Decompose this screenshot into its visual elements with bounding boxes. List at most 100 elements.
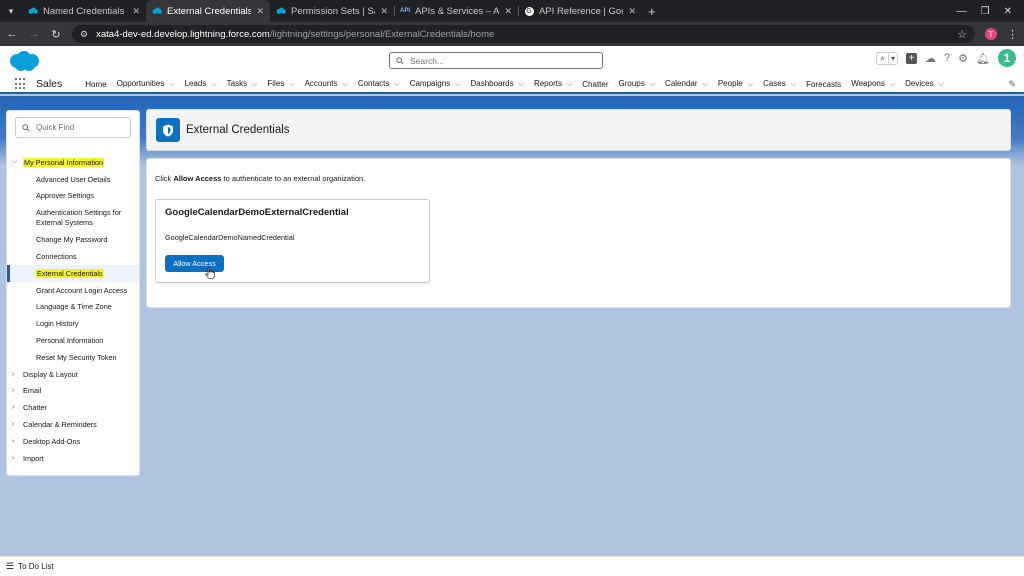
edit-nav-icon[interactable]: ✎ <box>1008 79 1016 90</box>
site-info-icon[interactable]: ⚙ <box>80 29 88 40</box>
todo-list-button[interactable]: To Do List <box>18 562 54 571</box>
close-tab-icon[interactable]: ✕ <box>504 6 512 17</box>
restore-icon[interactable]: ❐ <box>981 6 990 17</box>
tree-item[interactable]: Personal Information <box>7 332 139 349</box>
profile-avatar[interactable]: T <box>985 28 997 40</box>
nav-item-chatter[interactable]: Chatter <box>577 80 613 89</box>
nav-item-label: Calendar <box>665 79 698 88</box>
nav-item-opportunities[interactable]: Opportunities ⌵ <box>112 79 180 89</box>
tab-search-icon[interactable]: ▾ <box>0 0 22 22</box>
tree-item[interactable]: Connections <box>7 248 139 265</box>
close-window-icon[interactable]: ✕ <box>1004 6 1012 17</box>
tree-item[interactable]: Authentication Settings for External Sys… <box>7 204 139 231</box>
tree-item[interactable]: Advanced User Details <box>7 171 139 188</box>
app-launcher-icon[interactable] <box>15 78 27 90</box>
chevron-down-icon[interactable]: ⌵ <box>703 81 708 88</box>
chevron-down-icon[interactable]: ⌵ <box>394 81 399 88</box>
chevron-down-icon[interactable]: ⌵ <box>169 81 174 88</box>
browser-tab[interactable]: Permission Sets | Salesf ✕ <box>270 0 394 22</box>
nav-item-groups[interactable]: Groups ⌵ <box>614 79 661 89</box>
back-icon[interactable]: ← <box>6 28 18 40</box>
chevron-right-icon[interactable]: › <box>12 404 23 411</box>
close-tab-icon[interactable]: ✕ <box>256 6 264 17</box>
global-actions-icon[interactable]: + <box>906 52 918 64</box>
google-icon: G <box>524 6 534 16</box>
chevron-right-icon[interactable]: › <box>12 387 23 394</box>
tree-item[interactable]: Reset My Security Token <box>7 349 139 366</box>
chevron-down-icon[interactable]: ⌵ <box>748 81 753 88</box>
tab-title: API Reference | Googl <box>539 5 623 17</box>
nav-item-home[interactable]: Home <box>80 80 111 89</box>
user-avatar[interactable]: 1 <box>998 49 1016 67</box>
browser-tab[interactable]: G API Reference | Googl ✕ <box>518 0 642 22</box>
setup-gear-icon[interactable]: ⚙ <box>958 52 968 65</box>
tree-section[interactable]: › Display & Layout <box>7 366 139 383</box>
trailhead-icon[interactable]: ☁ <box>925 52 936 65</box>
chevron-right-icon[interactable]: › <box>12 371 23 378</box>
chevron-down-icon[interactable]: ⌵ <box>567 81 572 88</box>
quick-find-input[interactable]: Quick Find <box>15 117 131 138</box>
tree-item[interactable]: Grant Account Login Access <box>7 282 139 299</box>
nav-item-campaigns[interactable]: Campaigns ⌵ <box>405 79 466 89</box>
tree-section[interactable]: › Desktop Add-Ons <box>7 433 139 450</box>
chevron-down-icon[interactable]: ⌵ <box>252 81 257 88</box>
chevron-down-icon[interactable]: ⌵ <box>12 158 23 166</box>
notifications-bell-icon[interactable]: 🔔︎ <box>976 52 990 65</box>
chevron-down-icon[interactable]: ⌵ <box>343 81 348 88</box>
tree-item[interactable]: Language & Time Zone <box>7 299 139 316</box>
nav-item-leads[interactable]: Leads ⌵ <box>180 79 222 89</box>
help-icon[interactable]: ? <box>944 52 950 64</box>
chevron-right-icon[interactable]: › <box>12 438 23 445</box>
chevron-down-icon[interactable]: ⌵ <box>455 81 460 88</box>
nav-item-forecasts[interactable]: Forecasts <box>801 80 846 89</box>
nav-item-tasks[interactable]: Tasks ⌵ <box>222 79 263 89</box>
browser-menu-icon[interactable]: ⋮ <box>1007 28 1018 41</box>
forward-icon[interactable]: → <box>28 28 40 40</box>
nav-item-contacts[interactable]: Contacts ⌵ <box>353 79 405 89</box>
nav-item-devices[interactable]: Devices ⌵ <box>900 79 949 89</box>
global-search-input[interactable]: Search... <box>389 52 603 69</box>
close-tab-icon[interactable]: ✕ <box>628 6 636 17</box>
tree-item[interactable]: External Credentials <box>7 264 139 282</box>
tree-item[interactable]: Login History <box>7 315 139 332</box>
tree-item[interactable]: Change My Password <box>7 231 139 248</box>
reload-icon[interactable]: ↻ <box>50 28 62 41</box>
chevron-down-icon[interactable]: ⌵ <box>890 81 895 88</box>
minimize-icon[interactable]: — <box>957 6 967 17</box>
favorites-button[interactable]: ★ ▾ <box>875 51 899 65</box>
chevron-right-icon[interactable]: › <box>12 421 23 428</box>
chevron-down-icon[interactable]: ⌵ <box>211 81 216 88</box>
tree-section[interactable]: › Calendar & Reminders <box>7 416 139 433</box>
address-bar[interactable]: ⚙ xata4-dev-ed.develop.lightning.force.c… <box>72 25 975 43</box>
browser-tab[interactable]: External Credentials | S ✕ <box>146 0 270 22</box>
close-tab-icon[interactable]: ✕ <box>380 6 388 17</box>
tree-section[interactable]: › Chatter <box>7 399 139 416</box>
nav-item-weapons[interactable]: Weapons ⌵ <box>846 79 900 89</box>
tree-section[interactable]: › Email <box>7 383 139 400</box>
nav-item-dashboards[interactable]: Dashboards ⌵ <box>465 79 528 89</box>
chevron-down-icon[interactable]: ⌵ <box>519 81 524 88</box>
tree-section[interactable]: ⌵ My Personal Information <box>7 154 139 171</box>
nav-item-calendar[interactable]: Calendar ⌵ <box>660 79 713 89</box>
nav-item-people[interactable]: People ⌵ <box>713 79 758 89</box>
bookmark-star-icon[interactable]: ☆ <box>957 28 967 41</box>
nav-item-reports[interactable]: Reports ⌵ <box>529 79 577 89</box>
browser-tab[interactable]: Named Credentials | Sa ✕ <box>22 0 146 22</box>
nav-item-accounts[interactable]: Accounts ⌵ <box>300 79 353 89</box>
tree-item[interactable]: Approver Settings <box>7 188 139 205</box>
allow-access-button[interactable]: Allow Access <box>165 255 224 272</box>
chevron-down-icon[interactable]: ⌵ <box>939 81 944 88</box>
tree-section[interactable]: › Import <box>7 450 139 467</box>
chevron-down-icon[interactable]: ⌵ <box>650 81 655 88</box>
nav-item-cases[interactable]: Cases ⌵ <box>758 79 801 89</box>
salesforce-logo[interactable] <box>8 50 40 72</box>
chevron-right-icon[interactable]: › <box>12 455 23 462</box>
browser-tab[interactable]: API APIs & Services – APIs & ✕ <box>394 0 518 22</box>
chevron-down-icon[interactable]: ⌵ <box>791 81 796 88</box>
chevron-down-icon[interactable]: ⌵ <box>289 81 294 88</box>
nav-item-files[interactable]: Files ⌵ <box>262 79 299 89</box>
browser-tab-strip: ▾ Named Credentials | Sa✕External Creden… <box>0 0 1024 22</box>
tree-item-label: Personal Information <box>36 336 104 346</box>
new-tab-button[interactable]: + <box>648 4 656 19</box>
close-tab-icon[interactable]: ✕ <box>132 6 140 17</box>
